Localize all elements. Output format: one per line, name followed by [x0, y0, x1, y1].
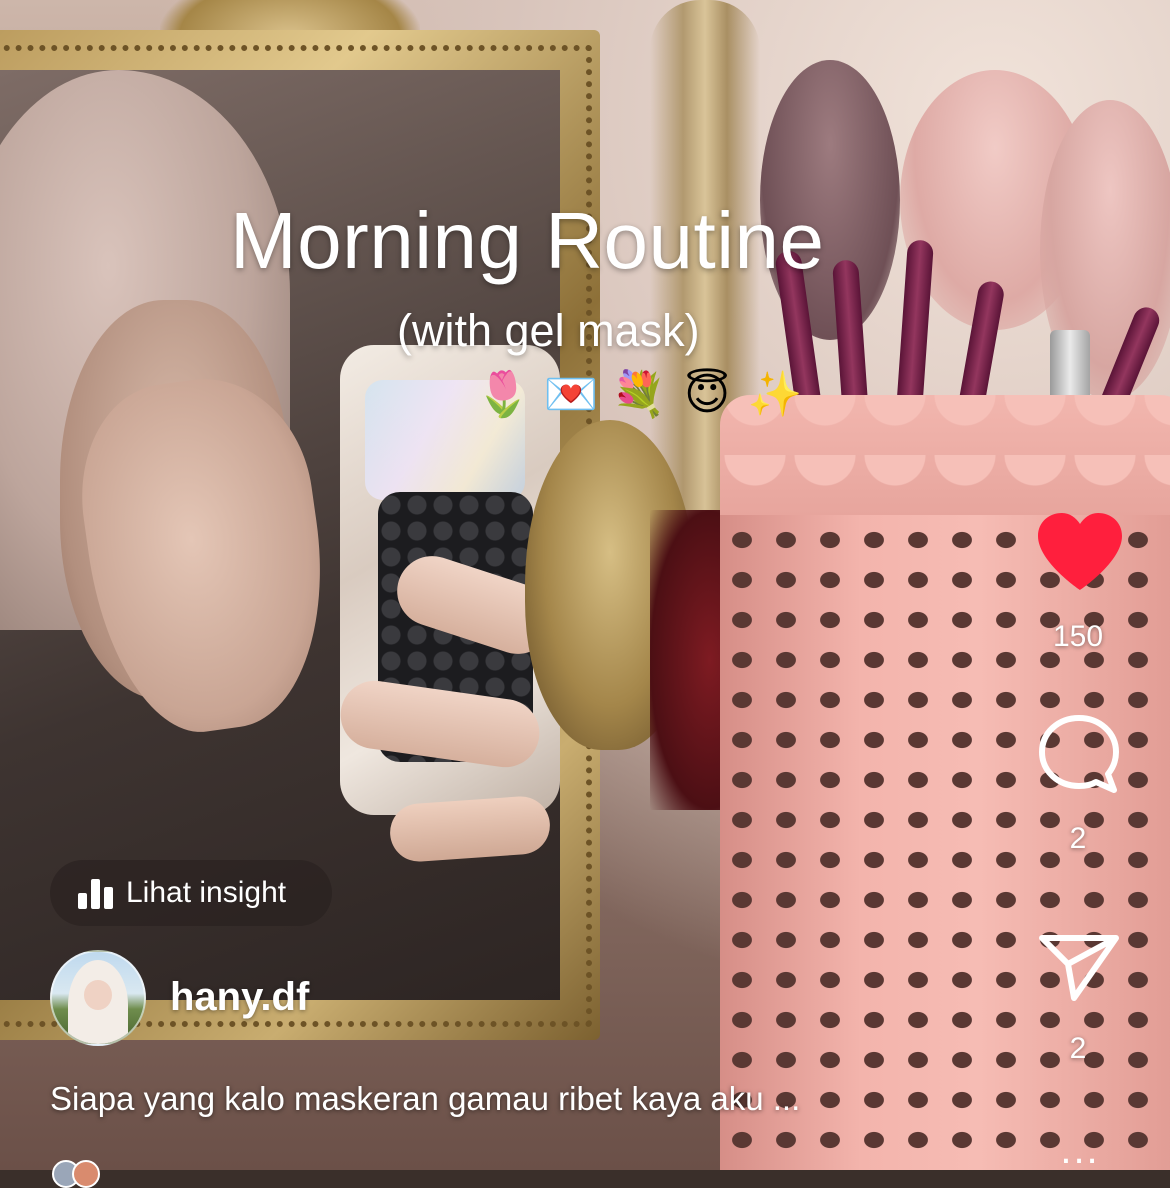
overlay-subtitle: (with gel mask)	[397, 305, 700, 356]
like-button[interactable]	[1034, 510, 1126, 594]
paper-plane-icon	[1039, 935, 1119, 1001]
avatar[interactable]	[50, 950, 146, 1046]
insight-button[interactable]: Lihat insight	[50, 860, 332, 926]
comment-button[interactable]	[1036, 712, 1122, 798]
avatar-face	[84, 980, 112, 1010]
post-caption[interactable]: Siapa yang kalo maskeran gamau ribet kay…	[50, 1080, 800, 1118]
overlay-emoji-row: 🌷 💌 💐 😇 ✨	[475, 365, 803, 425]
liker-avatars	[52, 1160, 100, 1188]
share-button[interactable]	[1036, 932, 1122, 1004]
love-letter-emoji: 💌	[543, 370, 599, 419]
like-count: 150	[1052, 620, 1104, 653]
tulip-emoji: 🌷	[475, 370, 531, 419]
sparkles-emoji: ✨	[747, 370, 803, 419]
username[interactable]: hany.df	[170, 975, 309, 1020]
bar-chart-icon	[78, 877, 114, 909]
insight-label: Lihat insight	[126, 876, 287, 909]
more-dots-icon[interactable]: ...	[1050, 1130, 1110, 1170]
finger	[388, 794, 552, 864]
overlay-title: Morning Routine	[230, 196, 825, 285]
share-count: 2	[1069, 1032, 1087, 1065]
heart-icon	[1038, 513, 1122, 590]
bouquet-emoji: 💐	[611, 370, 667, 419]
halo-face-emoji: 😇	[684, 370, 730, 419]
comment-count: 2	[1069, 822, 1087, 855]
liker-avatar	[72, 1160, 100, 1188]
comment-bubble-icon	[1039, 715, 1119, 793]
